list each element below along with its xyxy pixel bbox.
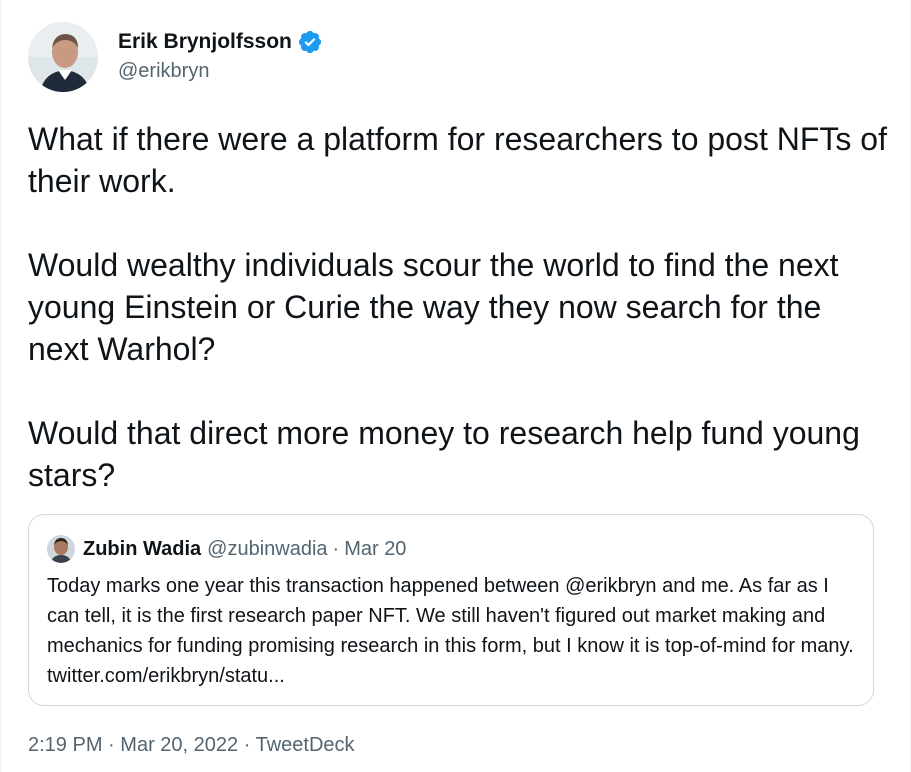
tweet-text: What if there were a platform for resear… (28, 118, 888, 496)
tweet-card: Erik Brynjolfsson @erikbryn What if ther… (0, 0, 911, 772)
quoted-author-handle: @zubinwadia (207, 537, 328, 560)
tweet-metadata: 2:19 PM · Mar 20, 2022 · TweetDeck (28, 734, 355, 757)
quoted-author-avatar (47, 535, 75, 563)
separator-dot: · (108, 734, 115, 756)
separator-dot: · (332, 537, 340, 560)
author-handle[interactable]: @erikbryn (118, 60, 323, 83)
quoted-tweet-header: Zubin Wadia @zubinwadia · Mar 20 (47, 535, 406, 563)
tweet-paragraph: Would that direct more money to research… (28, 415, 860, 493)
separator-dot: · (243, 734, 251, 756)
tweet-date[interactable]: Mar 20, 2022 (120, 734, 238, 756)
author-name-row: Erik Brynjolfsson (118, 28, 323, 56)
verified-badge-icon (297, 29, 323, 55)
author-display-name[interactable]: Erik Brynjolfsson (118, 30, 292, 54)
tweet-paragraph: What if there were a platform for resear… (28, 121, 887, 199)
tweet-paragraph: Would wealthy individuals scour the worl… (28, 247, 839, 367)
quoted-tweet[interactable]: Zubin Wadia @zubinwadia · Mar 20 Today m… (28, 514, 874, 706)
tweet-time[interactable]: 2:19 PM (28, 734, 102, 756)
quoted-author-name: Zubin Wadia (83, 537, 202, 560)
author-avatar[interactable] (28, 22, 98, 92)
author-block: Erik Brynjolfsson @erikbryn (118, 28, 323, 83)
quoted-tweet-text: Today marks one year this transaction ha… (47, 575, 854, 687)
quoted-tweet-date: Mar 20 (344, 537, 407, 560)
tweet-source[interactable]: TweetDeck (256, 734, 355, 756)
